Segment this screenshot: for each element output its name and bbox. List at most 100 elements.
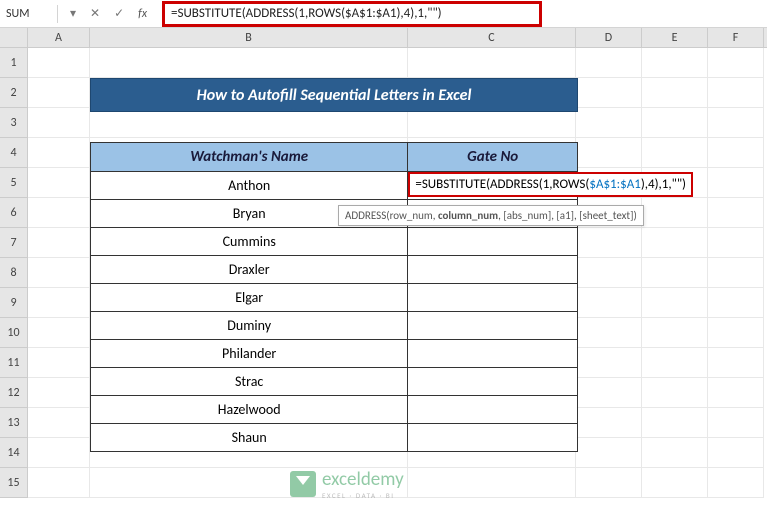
cell[interactable] — [28, 468, 90, 498]
cell[interactable] — [408, 108, 576, 138]
cell[interactable] — [708, 288, 764, 318]
col-header-D[interactable]: D — [576, 28, 642, 47]
name-cell[interactable]: Strac — [91, 368, 408, 396]
cell[interactable] — [576, 258, 642, 288]
cancel-icon[interactable]: ✕ — [90, 6, 100, 21]
cell[interactable] — [708, 228, 764, 258]
cell[interactable] — [642, 408, 708, 438]
row-header[interactable]: 8 — [0, 258, 28, 288]
cell[interactable] — [576, 108, 642, 138]
cell[interactable] — [642, 78, 708, 108]
gate-cell[interactable] — [408, 284, 578, 312]
row-header[interactable]: 10 — [0, 318, 28, 348]
cell[interactable] — [28, 228, 90, 258]
cell[interactable] — [576, 48, 642, 78]
name-cell[interactable]: Anthon — [91, 172, 408, 200]
cell[interactable] — [576, 468, 642, 498]
gate-cell[interactable] — [408, 340, 578, 368]
cell[interactable] — [642, 108, 708, 138]
cell[interactable] — [576, 408, 642, 438]
editing-cell[interactable]: =SUBSTITUTE(ADDRESS(1,ROWS($A$1:$A1),4),… — [408, 172, 693, 197]
cell[interactable] — [708, 348, 764, 378]
cell[interactable] — [576, 348, 642, 378]
cell[interactable] — [708, 78, 764, 108]
cell[interactable] — [576, 438, 642, 468]
gate-cell[interactable] — [408, 396, 578, 424]
row-header[interactable]: 2 — [0, 78, 28, 108]
cell[interactable] — [90, 48, 408, 78]
cell[interactable] — [642, 378, 708, 408]
cell[interactable] — [708, 198, 764, 228]
col-header-E[interactable]: E — [642, 28, 708, 47]
cell[interactable] — [28, 318, 90, 348]
cell[interactable] — [708, 408, 764, 438]
row-header[interactable]: 4 — [0, 138, 28, 168]
cell[interactable] — [576, 378, 642, 408]
cell[interactable] — [28, 108, 90, 138]
enter-icon[interactable]: ✓ — [114, 6, 124, 21]
row-header[interactable]: 14 — [0, 438, 28, 468]
row-header[interactable]: 3 — [0, 108, 28, 138]
cell[interactable] — [708, 48, 764, 78]
col-header-C[interactable]: C — [408, 28, 576, 47]
row-header[interactable]: 15 — [0, 468, 28, 498]
cell[interactable] — [708, 108, 764, 138]
cell[interactable] — [642, 348, 708, 378]
cell[interactable] — [28, 258, 90, 288]
cell[interactable] — [576, 138, 642, 168]
row-header[interactable]: 11 — [0, 348, 28, 378]
gate-cell[interactable] — [408, 228, 578, 256]
gate-cell[interactable] — [408, 256, 578, 284]
cell[interactable] — [408, 48, 576, 78]
cell[interactable] — [642, 258, 708, 288]
gate-cell[interactable] — [408, 312, 578, 340]
cell[interactable] — [708, 438, 764, 468]
cell[interactable] — [28, 348, 90, 378]
cell[interactable] — [28, 438, 90, 468]
cell[interactable] — [642, 48, 708, 78]
cell[interactable] — [708, 258, 764, 288]
cell[interactable] — [576, 228, 642, 258]
cell[interactable] — [642, 288, 708, 318]
cell[interactable] — [576, 288, 642, 318]
row-header[interactable]: 5 — [0, 168, 28, 198]
cell[interactable] — [408, 468, 576, 498]
row-header[interactable]: 1 — [0, 48, 28, 78]
gate-cell[interactable] — [408, 368, 578, 396]
cell[interactable] — [90, 108, 408, 138]
col-header-F[interactable]: F — [708, 28, 764, 47]
cell[interactable] — [28, 288, 90, 318]
cell[interactable] — [642, 198, 708, 228]
cell[interactable] — [28, 138, 90, 168]
gate-cell[interactable] — [408, 424, 578, 452]
cell[interactable] — [642, 318, 708, 348]
cell[interactable] — [28, 48, 90, 78]
cell[interactable] — [642, 438, 708, 468]
name-cell[interactable]: Shaun — [91, 424, 408, 452]
row-header[interactable]: 6 — [0, 198, 28, 228]
row-header[interactable]: 9 — [0, 288, 28, 318]
cell[interactable] — [642, 468, 708, 498]
cell[interactable] — [28, 408, 90, 438]
dropdown-icon[interactable]: ▾ — [70, 6, 76, 21]
name-box[interactable]: SUM — [0, 5, 58, 23]
cell[interactable] — [708, 318, 764, 348]
cell[interactable] — [576, 78, 642, 108]
col-header-A[interactable]: A — [28, 28, 90, 47]
cell[interactable] — [708, 468, 764, 498]
name-cell[interactable]: Draxler — [91, 256, 408, 284]
cell[interactable] — [708, 168, 764, 198]
name-cell[interactable]: Elgar — [91, 284, 408, 312]
name-cell[interactable]: Cummins — [91, 228, 408, 256]
name-cell[interactable]: Duminy — [91, 312, 408, 340]
cell[interactable] — [642, 228, 708, 258]
cell[interactable] — [576, 318, 642, 348]
name-cell[interactable]: Philander — [91, 340, 408, 368]
cell[interactable] — [642, 138, 708, 168]
cell[interactable] — [708, 138, 764, 168]
col-header-B[interactable]: B — [90, 28, 408, 47]
name-cell[interactable]: Hazelwood — [91, 396, 408, 424]
cell[interactable] — [28, 168, 90, 198]
row-header[interactable]: 7 — [0, 228, 28, 258]
gate-cell[interactable]: =SUBSTITUTE(ADDRESS(1,ROWS($A$1:$A1),4),… — [408, 172, 578, 200]
